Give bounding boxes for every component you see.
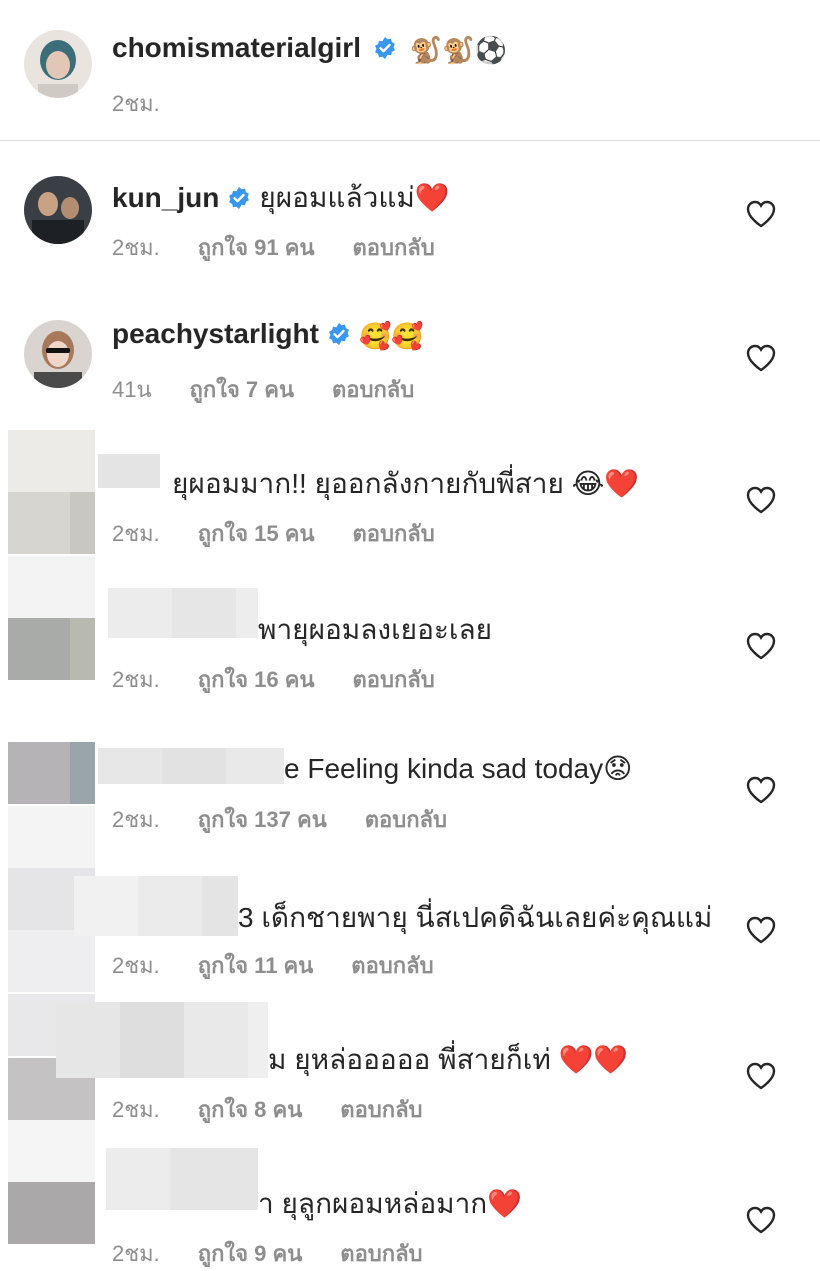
caption-meta: 2ชม.	[112, 86, 198, 121]
blurred-username	[98, 748, 162, 784]
comment-line: ยุผอมมาก!! ยุออกลังกายกับพี่สาย 😂❤️	[172, 462, 639, 506]
avatar[interactable]	[24, 176, 92, 244]
reply-button[interactable]: ตอบกลับ	[365, 807, 447, 832]
comment-text: พายุผอมลงเยอะเลย	[258, 614, 493, 645]
comment-text: 🥰🥰	[358, 321, 424, 351]
blurred-username	[226, 748, 284, 784]
comment-line: peachystarlight 🥰🥰	[112, 318, 424, 352]
reply-button[interactable]: ตอบกลับ	[332, 377, 414, 402]
blurred-username	[56, 1002, 120, 1078]
blurred-avatar	[70, 742, 95, 804]
verified-badge-icon	[373, 36, 397, 60]
comment-time: 2ชม.	[112, 521, 160, 546]
heart-outline-icon[interactable]	[746, 776, 776, 804]
comment-username[interactable]: kun_jun	[112, 182, 219, 213]
reply-button[interactable]: ตอบกลับ	[340, 1241, 422, 1266]
blurred-username	[162, 748, 226, 784]
comment-line: kun_jun ยุผอมแล้วแม่❤️	[112, 176, 450, 220]
caption-username[interactable]: chomismaterialgirl	[112, 32, 361, 63]
comment-meta: 2ชม. ถูกใจ 8 คน ตอบกลับ	[112, 1092, 461, 1127]
blurred-avatar	[8, 430, 95, 492]
blurred-username	[172, 588, 236, 638]
caption-time: 2ชม.	[112, 91, 160, 116]
blurred-avatar	[8, 806, 95, 868]
caption-text: 🐒🐒⚽	[409, 35, 508, 65]
blurred-username	[236, 588, 258, 638]
comment-text: ยุผอมแล้วแม่❤️	[259, 182, 450, 213]
comment-time: 41น	[112, 377, 152, 402]
reply-button[interactable]: ตอบกลับ	[340, 1097, 422, 1122]
comment-line: พายุผอมลงเยอะเลย	[258, 608, 492, 652]
comment-meta: 2ชม. ถูกใจ 16 คน ตอบกลับ	[112, 662, 473, 697]
blurred-avatar	[8, 556, 95, 618]
verified-badge-icon	[227, 186, 251, 210]
comment-likes[interactable]: ถูกใจ 91 คน	[198, 235, 315, 260]
heart-outline-icon[interactable]	[746, 632, 776, 660]
comment-text: e Feeling kinda sad today😟	[284, 753, 633, 784]
blurred-username	[202, 876, 238, 936]
comment-time: 2ชม.	[112, 807, 160, 832]
comment-username[interactable]: peachystarlight	[112, 318, 319, 349]
comment-likes[interactable]: ถูกใจ 8 คน	[198, 1097, 303, 1122]
comment-time: 2ชม.	[112, 1241, 160, 1266]
blurred-username	[106, 1148, 170, 1210]
comment-time: 2ชม.	[112, 235, 160, 260]
comment-text: ม ยุหล่อออออ พี่สายก็เท่ ❤️❤️	[268, 1044, 629, 1075]
blurred-username	[170, 1148, 258, 1210]
blurred-avatar	[8, 742, 70, 804]
comment-text: ยุผอมมาก!! ยุออกลังกายกับพี่สาย 😂❤️	[172, 468, 640, 499]
comment-likes[interactable]: ถูกใจ 7 คน	[190, 377, 295, 402]
caption-line: chomismaterialgirl 🐒🐒⚽	[112, 32, 507, 66]
avatar[interactable]	[24, 320, 92, 388]
heart-outline-icon[interactable]	[746, 1062, 776, 1090]
reply-button[interactable]: ตอบกลับ	[353, 521, 435, 546]
blurred-username	[98, 454, 160, 488]
blurred-avatar	[8, 618, 70, 680]
comment-time: 2ชม.	[112, 953, 160, 978]
comment-likes[interactable]: ถูกใจ 137 คน	[198, 807, 327, 832]
comment-likes[interactable]: ถูกใจ 15 คน	[198, 521, 315, 546]
blurred-avatar	[8, 930, 95, 992]
blurred-avatar	[70, 492, 95, 554]
comment-text: า ยุลูกผอมหล่อมาก❤️	[258, 1188, 523, 1219]
blurred-avatar	[8, 1120, 95, 1182]
blurred-username	[108, 588, 172, 638]
comment-meta: 2ชม. ถูกใจ 91 คน ตอบกลับ	[112, 230, 473, 265]
comment-likes[interactable]: ถูกใจ 9 คน	[198, 1241, 303, 1266]
reply-button[interactable]: ตอบกลับ	[353, 235, 435, 260]
heart-outline-icon[interactable]	[746, 344, 776, 372]
comment-likes[interactable]: ถูกใจ 11 คน	[198, 953, 314, 978]
reply-button[interactable]: ตอบกลับ	[351, 953, 433, 978]
blurred-username	[184, 1002, 248, 1078]
comment-time: 2ชม.	[112, 1097, 160, 1122]
blurred-username	[120, 1002, 184, 1078]
avatar[interactable]	[24, 30, 92, 98]
verified-badge-icon	[327, 322, 351, 346]
blurred-username	[138, 876, 202, 936]
blurred-avatar	[8, 1182, 95, 1244]
comment-meta: 2ชม. ถูกใจ 11 คน ตอบกลับ	[112, 948, 472, 983]
blurred-username	[74, 876, 138, 936]
heart-outline-icon[interactable]	[746, 200, 776, 228]
comment-line: า ยุลูกผอมหล่อมาก❤️	[258, 1182, 522, 1226]
comment-time: 2ชม.	[112, 667, 160, 692]
comment-text: 3 เด็กชายพายุ นี่สเปคดิฉันเลยค่ะคุณแม่	[238, 902, 713, 933]
heart-outline-icon[interactable]	[746, 916, 776, 944]
post-caption: chomismaterialgirl 🐒🐒⚽ 2ชม.	[0, 0, 820, 141]
blurred-avatar	[8, 492, 70, 554]
heart-outline-icon[interactable]	[746, 1206, 776, 1234]
comment-line: e Feeling kinda sad today😟	[284, 752, 632, 785]
reply-button[interactable]: ตอบกลับ	[353, 667, 435, 692]
heart-outline-icon[interactable]	[746, 486, 776, 514]
comment-meta: 2ชม. ถูกใจ 137 คน ตอบกลับ	[112, 802, 485, 837]
comment-meta: 41น ถูกใจ 7 คน ตอบกลับ	[112, 372, 452, 407]
blurred-avatar	[70, 618, 95, 680]
comment-line: 3 เด็กชายพายุ นี่สเปคดิฉันเลยค่ะคุณแม่	[238, 896, 712, 940]
comment-line: ม ยุหล่อออออ พี่สายก็เท่ ❤️❤️	[268, 1038, 628, 1082]
blurred-username	[248, 1002, 268, 1078]
comment-meta: 2ชม. ถูกใจ 15 คน ตอบกลับ	[112, 516, 473, 551]
comment-likes[interactable]: ถูกใจ 16 คน	[198, 667, 315, 692]
